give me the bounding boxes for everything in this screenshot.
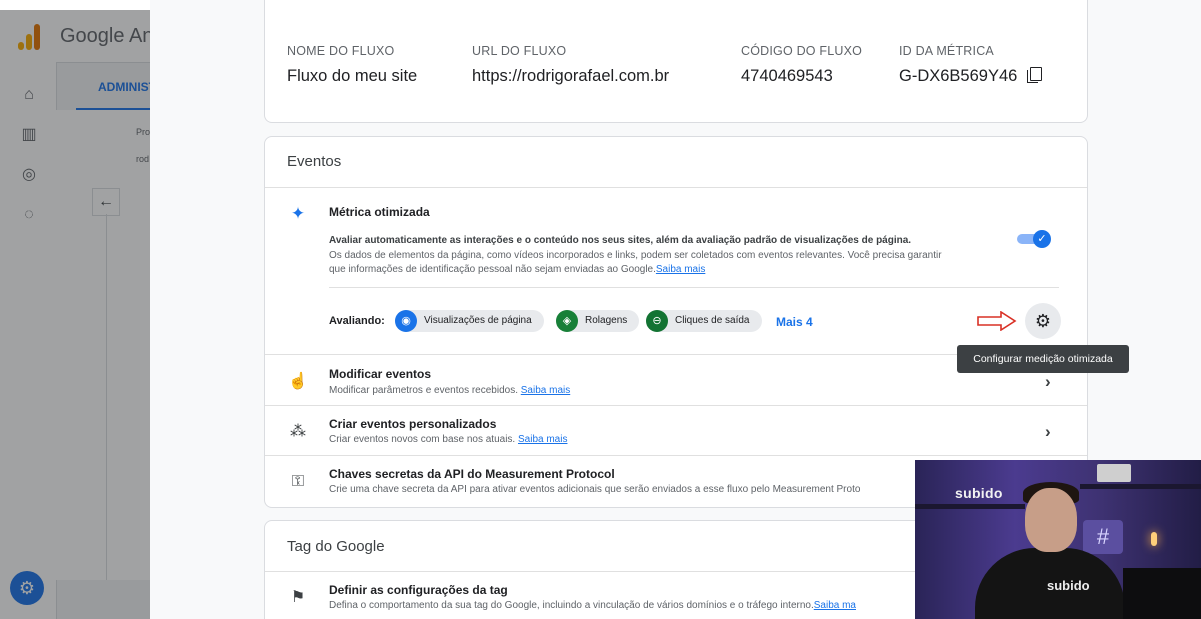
learn-more-link[interactable]: Saiba mais — [656, 264, 705, 275]
chevron-right-icon[interactable]: › — [1045, 372, 1051, 392]
scroll-icon: ◈ — [556, 310, 578, 332]
learn-more-link[interactable]: Saiba mais — [521, 385, 570, 396]
webcam-overlay: subido # subido — [915, 460, 1201, 619]
chevron-right-icon[interactable]: › — [1045, 422, 1051, 442]
trophy-icon — [1097, 464, 1131, 482]
shirt-logo: subido — [1047, 578, 1090, 593]
enhanced-desc-line2: Os dados de elementos da página, como ví… — [329, 250, 942, 261]
stream-name-value: Fluxo do meu site — [287, 67, 418, 85]
red-arrow-annotation-icon — [977, 311, 1017, 331]
measurement-id-block: ID DA MÉTRICA G-DX6B569Y46 — [899, 44, 1043, 86]
measuring-label: Avaliando: — [329, 315, 385, 327]
enhanced-measurement-title: Métrica otimizada — [329, 205, 430, 219]
stream-url-value: https://rodrigorafael.com.br — [472, 67, 670, 85]
google-tag-title: Tag do Google — [287, 538, 385, 555]
divider — [265, 405, 1087, 406]
learn-more-link[interactable]: Saiba ma — [814, 600, 856, 611]
shelf — [1080, 484, 1201, 489]
modify-events-desc-row: Modificar parâmetros e eventos recebidos… — [329, 385, 570, 396]
stream-details-card: NOME DO FLUXO Fluxo do meu site URL DO F… — [264, 22, 1088, 123]
divider — [329, 287, 1059, 288]
tag-settings-title[interactable]: Definir as configurações da tag — [329, 583, 508, 597]
chip-label: Rolagens — [585, 315, 628, 326]
divider — [265, 455, 1087, 456]
measurement-id-row: G-DX6B569Y46 — [899, 67, 1043, 86]
chip-page-views: ◉ Visualizações de página — [395, 310, 544, 332]
tag-settings-icon: ⚑ — [290, 589, 306, 606]
sparkle-icon: ✦ — [290, 204, 306, 223]
wall-logo: subido — [955, 485, 1003, 501]
enhanced-desc-line1: Avaliar automaticamente as interações e … — [329, 235, 912, 246]
divider — [265, 187, 1087, 188]
mouse-icon: ⊖ — [646, 310, 668, 332]
check-icon: ✓ — [1033, 230, 1051, 248]
chip-outbound-clicks: ⊖ Cliques de saída — [646, 310, 762, 332]
chip-label: Cliques de saída — [675, 315, 750, 326]
stream-code-value: 4740469543 — [741, 67, 833, 85]
presenter-head — [1025, 488, 1077, 552]
lamp-icon — [1151, 532, 1157, 546]
chip-label: Visualizações de página — [424, 315, 532, 326]
hashtag-icon: # — [1083, 520, 1123, 554]
modify-events-title[interactable]: Modificar eventos — [329, 367, 431, 381]
create-events-desc: Criar eventos novos com base nos atuais. — [329, 434, 516, 445]
configure-enhanced-measurement-gear-icon[interactable]: ⚙ — [1025, 303, 1061, 339]
stream-code-block: CÓDIGO DO FLUXO 4740469543 — [741, 44, 862, 86]
more-events-link[interactable]: Mais 4 — [776, 315, 813, 329]
measurement-id-value: G-DX6B569Y46 — [899, 67, 1018, 85]
click-sparkle-icon: ⁂ — [290, 423, 306, 440]
create-events-desc-row: Criar eventos novos com base nos atuais.… — [329, 434, 567, 445]
measurement-id-label: ID DA MÉTRICA — [899, 44, 994, 58]
stream-url-block: URL DO FLUXO https://rodrigorafael.com.b… — [472, 44, 669, 86]
copy-icon[interactable] — [1027, 67, 1043, 83]
stream-name-label: NOME DO FLUXO — [287, 44, 395, 58]
card-top-edge — [264, 0, 1088, 22]
create-events-title[interactable]: Criar eventos personalizados — [329, 417, 496, 431]
events-card: Eventos ✦ Métrica otimizada Avaliar auto… — [264, 136, 1088, 508]
chip-scrolls: ◈ Rolagens — [556, 310, 640, 332]
enhanced-desc-line3-row: que informações de identificação pessoal… — [329, 264, 705, 275]
enhanced-desc-line3: que informações de identificação pessoal… — [329, 264, 656, 275]
stream-name-block: NOME DO FLUXO Fluxo do meu site — [287, 44, 417, 86]
stream-url-label: URL DO FLUXO — [472, 44, 567, 58]
eye-icon: ◉ — [395, 310, 417, 332]
touch-icon: ☝ — [288, 373, 308, 390]
learn-more-link[interactable]: Saiba mais — [518, 434, 567, 445]
tag-settings-desc: Defina o comportamento da sua tag do Goo… — [329, 600, 814, 611]
tooltip: Configurar medição otimizada — [957, 345, 1129, 373]
key-icon: ⚿ — [291, 473, 305, 490]
api-secrets-title[interactable]: Chaves secretas da API do Measurement Pr… — [329, 467, 615, 481]
tag-settings-desc-row: Defina o comportamento da sua tag do Goo… — [329, 600, 856, 611]
api-secrets-desc: Crie uma chave secreta da API para ativa… — [329, 484, 861, 495]
monitor — [1123, 568, 1201, 619]
shelf — [915, 504, 1025, 509]
modify-events-desc: Modificar parâmetros e eventos recebidos… — [329, 385, 518, 396]
stream-code-label: CÓDIGO DO FLUXO — [741, 44, 863, 58]
enhanced-measurement-toggle[interactable]: ✓ — [1015, 230, 1051, 248]
events-title: Eventos — [287, 153, 342, 170]
